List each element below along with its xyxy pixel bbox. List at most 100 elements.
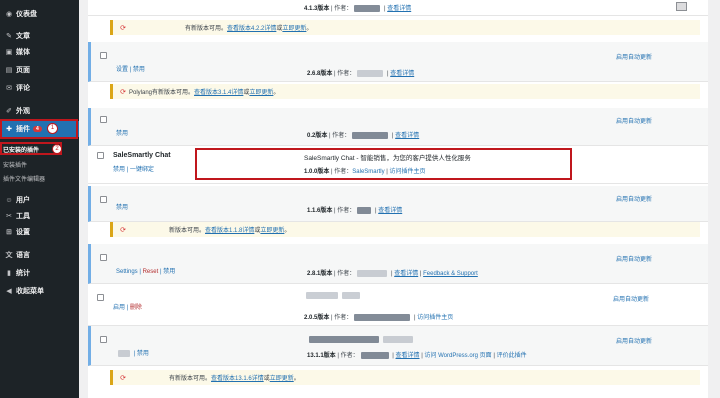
plugin-actions[interactable]: 禁用 <box>116 202 128 211</box>
enable-auto-update-link[interactable]: 启用自动更新 <box>613 294 649 303</box>
step-2-marker: 2 <box>52 144 62 154</box>
sidebar-item-appearance[interactable]: ✐ 外观 <box>0 103 79 119</box>
redacted-author <box>354 313 411 321</box>
view-version-link[interactable]: 查看版本4.2.2详情 <box>227 23 276 32</box>
disable-link[interactable]: 禁用 <box>163 269 175 275</box>
redacted-author <box>357 69 384 77</box>
enable-auto-update-link[interactable]: 启用自动更新 <box>616 52 652 61</box>
notice-text: 新版本可用。 <box>169 228 206 234</box>
details-link[interactable]: 查看详情 <box>396 353 420 359</box>
plugin-name: SaleSmartly Chat <box>113 152 171 159</box>
plugin-row: 设置 | 禁用 2.6.8版本 | 作者： | 查看详情 启用自动更新 <box>88 42 708 82</box>
author-label: 作者： <box>334 315 353 321</box>
redacted-text <box>309 336 379 343</box>
plugin-checkbox[interactable] <box>97 294 104 301</box>
enable-auto-update-link[interactable]: 启用自动更新 <box>616 194 652 203</box>
update-notice: ⟳ 有新版本可用。 查看版本13.1.6详情或立即更新。 <box>110 370 700 385</box>
author-label: 作者： <box>334 6 353 12</box>
sidebar-item-dashboard[interactable]: ◉ 仪表盘 <box>0 6 79 22</box>
disable-link[interactable]: 禁用 <box>137 351 149 357</box>
plugin-checkbox[interactable] <box>100 116 107 123</box>
version-label: 13.1.1版本 <box>307 353 336 359</box>
tools-icon: ✂ <box>6 213 12 220</box>
enable-link[interactable]: 启用 <box>113 305 125 311</box>
media-icon: ▣ <box>5 49 13 56</box>
notice-end: 。 <box>284 228 291 234</box>
redacted-text <box>306 292 338 299</box>
submenu-add-plugin[interactable]: 安装插件 <box>0 160 79 169</box>
details-link[interactable]: 查看详情 <box>390 71 414 77</box>
details-link[interactable]: 查看详情 <box>394 271 418 277</box>
view-version-link[interactable]: 查看版本3.1.4详情 <box>194 87 243 96</box>
sidebar-item-label: 设置 <box>16 229 30 236</box>
collapse-icon: ◀ <box>6 288 12 295</box>
plugin-actions: 启用 | 删除 <box>113 305 142 311</box>
notice-text: 有新版本可用。 <box>185 26 228 32</box>
plugin-row: 禁用 0.2版本 | 作者： | 查看详情 启用自动更新 <box>88 108 708 146</box>
enable-auto-update-link[interactable]: 启用自动更新 <box>616 116 652 125</box>
enable-auto-update-link[interactable]: 启用自动更新 <box>616 336 652 345</box>
redacted-text <box>342 292 360 299</box>
notice-text: 有新版本可用。 <box>169 376 212 382</box>
rate-plugin-link[interactable]: 评价此插件 <box>497 353 527 359</box>
settings-link[interactable]: Settings <box>116 269 138 275</box>
plugin-checkbox[interactable] <box>97 152 104 159</box>
version-label: 2.8.1版本 <box>307 271 333 277</box>
sidebar-item-label: 工具 <box>16 213 30 220</box>
reset-link[interactable]: Reset <box>143 269 159 275</box>
sidebar-item-label: 统计 <box>16 270 30 277</box>
details-link[interactable]: 查看详情 <box>395 133 419 139</box>
plugin-row: 4.1.3版本 | 作者： | 查看详情 <box>88 0 708 16</box>
update-now-link[interactable]: 立即更新 <box>282 23 306 32</box>
collapse-menu-button[interactable]: ◀ 收起菜单 <box>0 283 79 299</box>
admin-sidebar: ◉ 仪表盘 ✎ 文章 ▣ 媒体 ▤ 页面 ✉ 评论 ✐ 外观 ✚ 插件 4 1 已安装的插件 2… <box>0 0 79 398</box>
submenu-plugin-editor[interactable]: 插件文件编辑器 <box>0 174 79 183</box>
wordpress-org-link[interactable]: 访问 WordPress.org 页面 <box>424 353 491 359</box>
plugin-checkbox[interactable] <box>100 196 107 203</box>
sidebar-item-posts[interactable]: ✎ 文章 <box>0 28 79 44</box>
users-icon: ☺ <box>5 196 13 204</box>
details-link[interactable]: 查看详情 <box>378 208 402 214</box>
sidebar-item-users[interactable]: ☺ 用户 <box>0 192 79 208</box>
sidebar-item-label: 用户 <box>16 197 30 204</box>
plugin-actions[interactable]: 禁用 | 一键绑定 <box>113 164 154 173</box>
sidebar-item-comments[interactable]: ✉ 评论 <box>0 80 79 96</box>
feedback-link[interactable]: Feedback & Support <box>423 271 478 277</box>
view-version-link[interactable]: 查看版本1.1.8详情 <box>205 225 254 234</box>
update-now-link[interactable]: 立即更新 <box>260 225 284 234</box>
version-label: 4.1.3版本 <box>304 6 330 12</box>
sidebar-item-stats[interactable]: ▮ 统计 <box>0 265 79 281</box>
enable-auto-update-link[interactable]: 启用自动更新 <box>616 254 652 263</box>
plugin-checkbox[interactable] <box>100 52 107 59</box>
sidebar-item-tools[interactable]: ✂ 工具 <box>0 208 79 224</box>
plugin-actions[interactable]: 设置 | 禁用 <box>116 64 145 73</box>
author-label: 作者： <box>332 133 351 139</box>
details-link[interactable]: 查看详情 <box>387 6 411 12</box>
sidebar-item-label: 外观 <box>16 108 30 115</box>
plugin-checkbox[interactable] <box>100 254 107 261</box>
plugin-homepage-link[interactable]: 访问插件主页 <box>417 315 453 321</box>
update-now-link[interactable]: 立即更新 <box>270 373 294 382</box>
plugin-checkbox[interactable] <box>100 336 107 343</box>
view-version-link[interactable]: 查看版本13.1.6详情 <box>211 373 264 382</box>
version-label: 0.2版本 <box>307 133 328 139</box>
sidebar-item-media[interactable]: ▣ 媒体 <box>0 44 79 60</box>
redacted-author <box>352 131 389 139</box>
redacted-author <box>360 351 389 359</box>
sidebar-item-settings[interactable]: ⊞ 设置 <box>0 224 79 240</box>
plugin-meta: 2.8.1版本 | 作者： | 查看详情 | Feedback & Suppor… <box>307 269 478 277</box>
sidebar-item-languages[interactable]: 文语言 <box>0 247 79 263</box>
sidebar-item-label: 仪表盘 <box>16 11 37 18</box>
plugins-table: 4.1.3版本 | 作者： | 查看详情 ⟳ 有新版本可用。 查看版本4.2.2详情… <box>88 0 708 398</box>
update-now-link[interactable]: 立即更新 <box>249 87 273 96</box>
redacted-author <box>357 206 372 214</box>
plugin-actions[interactable]: 禁用 <box>116 128 128 137</box>
delete-link[interactable]: 删除 <box>130 305 142 311</box>
sidebar-item-pages[interactable]: ▤ 页面 <box>0 62 79 78</box>
image-icon <box>676 2 687 11</box>
plugin-meta: 0.2版本 | 作者： | 查看详情 <box>307 131 420 139</box>
settings-icon: ⊞ <box>6 229 12 236</box>
plugin-row: | 禁用 13.1.1版本 | 作者： | 查看详情 | 访问 WordPres… <box>88 326 708 366</box>
author-label: 作者： <box>340 353 359 359</box>
plugin-meta: 4.1.3版本 | 作者： | 查看详情 <box>304 4 412 12</box>
